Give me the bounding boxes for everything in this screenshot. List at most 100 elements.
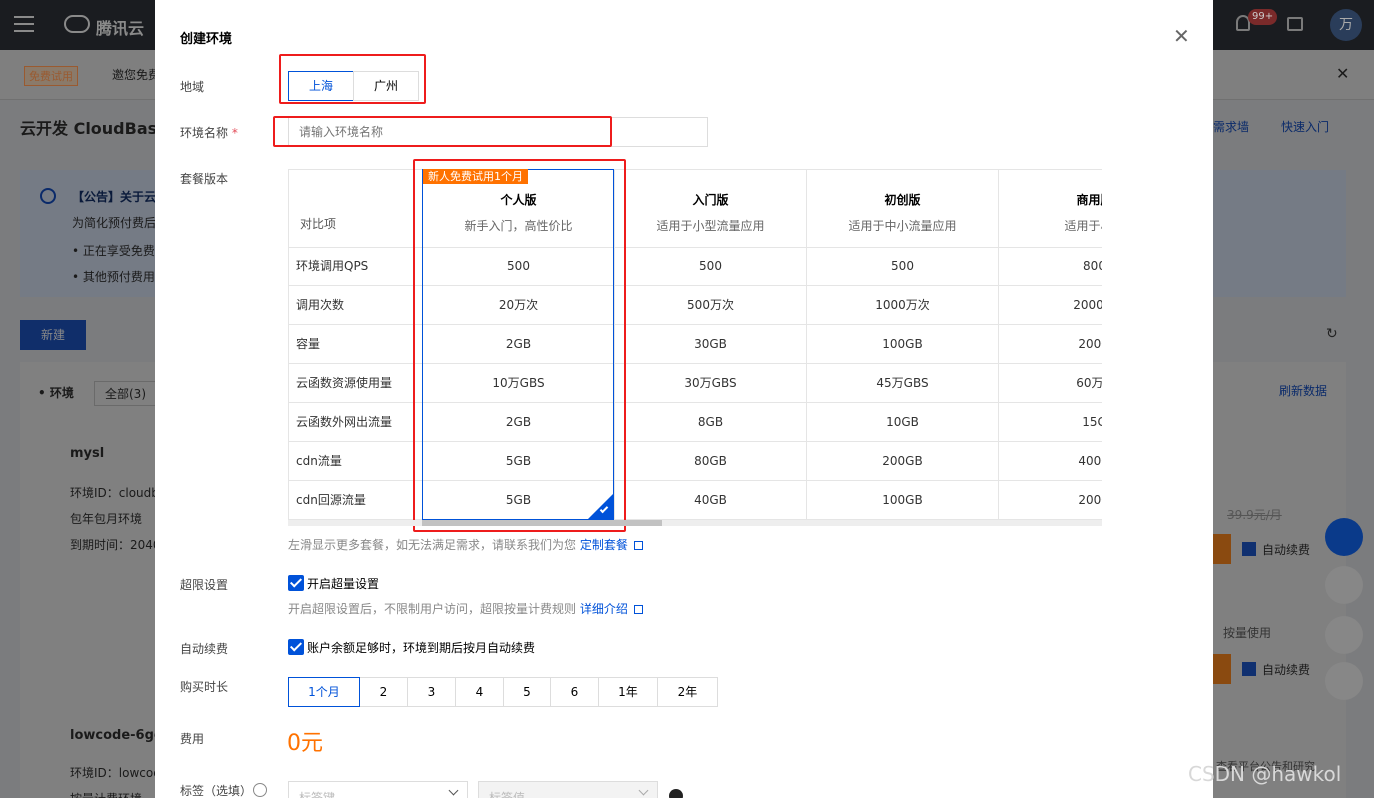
- overlimit-hint: 开启超限设置后，不限制用户访问，超限按量计费规则 详细介绍: [288, 600, 643, 617]
- plan-column-starter[interactable]: 入门版 适用于小型流量应用 500 500万次 30GB 30万GBS 8GB 8…: [615, 170, 807, 520]
- scrollbar-thumb[interactable]: [422, 520, 662, 526]
- info-icon: [40, 188, 56, 204]
- quick-start-link[interactable]: 快速入门: [1281, 118, 1329, 135]
- new-environment-button[interactable]: 新建: [20, 320, 86, 350]
- env-card-id: 环境ID：lowcod: [70, 766, 161, 780]
- duration-option-4[interactable]: 4: [455, 677, 504, 707]
- demand-wall-link[interactable]: 需求墙: [1213, 118, 1249, 135]
- dialog-title: 创建环境: [180, 32, 233, 47]
- plan-value: 800: [999, 247, 1102, 286]
- usage-text: 按量使用: [1223, 626, 1272, 640]
- env-card-id: 环境ID：cloudba: [70, 486, 167, 500]
- plan-value: 400G: [999, 442, 1102, 481]
- plan-value: 10GB: [807, 403, 998, 442]
- table-horizontal-scrollbar[interactable]: [288, 520, 1102, 526]
- chevron-down-icon: [448, 785, 459, 796]
- plan-name: 商用版: [1076, 193, 1102, 207]
- highlight-box-plan: [413, 159, 626, 532]
- duration-option-1-year[interactable]: 1年: [598, 677, 658, 707]
- tag-value-select[interactable]: 标签值: [478, 781, 658, 798]
- compare-row-label: 容量: [289, 325, 422, 364]
- plan-value: 500: [615, 247, 806, 286]
- refresh-icon[interactable]: ↻: [1326, 326, 1338, 342]
- duration-option-6[interactable]: 6: [550, 677, 599, 707]
- auto-renew-checkbox[interactable]: [288, 639, 304, 655]
- env-card-billing: 按量计费环境: [70, 790, 142, 798]
- close-banner-icon[interactable]: ✕: [1336, 64, 1349, 83]
- plan-column-business[interactable]: 商用版适用于小型 800 2000万 200G 60万G 15G 400G 20…: [999, 170, 1102, 520]
- renew-button[interactable]: [1213, 534, 1231, 564]
- auto-renew-checkbox[interactable]: [1242, 542, 1256, 556]
- overlimit-checkbox-label[interactable]: 开启超量设置: [307, 575, 379, 592]
- purchase-duration-label: 购买时长: [180, 680, 229, 694]
- env-card-name[interactable]: lowcode-6gg: [70, 728, 163, 743]
- duration-option-5[interactable]: 5: [503, 677, 551, 707]
- compare-header: 对比项: [300, 217, 337, 231]
- plan-column-startup[interactable]: 初创版 适用于中小流量应用 500 1000万次 100GB 45万GBS 10G…: [807, 170, 999, 520]
- auto-renew-label: 自动续费: [1262, 543, 1311, 557]
- auto-renew-checkbox[interactable]: [1242, 662, 1256, 676]
- plan-desc: 适用于小型流量应用: [656, 219, 765, 233]
- tags-label: 标签（选填）: [180, 782, 252, 798]
- auto-renew-checkbox-label[interactable]: 账户余额足够时，环境到期后按月自动续费: [307, 639, 535, 656]
- plan-desc: 适用于小型: [1064, 219, 1102, 233]
- brand-name[interactable]: 腾讯云: [96, 15, 144, 39]
- required-mark: *: [231, 126, 238, 140]
- filter-all-tab[interactable]: 全部(3): [94, 381, 157, 406]
- plan-value: 40GB: [615, 481, 806, 520]
- notice-title: 【公告】关于云: [72, 190, 157, 204]
- environment-name-label: 环境名称 *: [180, 124, 238, 141]
- plan-value: 100GB: [807, 325, 998, 364]
- compare-row-label: cdn回源流量: [289, 481, 422, 520]
- info-circle-icon[interactable]: [253, 783, 267, 797]
- tags-label-text: 标签（选填）: [180, 784, 253, 798]
- list-menu-icon[interactable]: [1325, 662, 1363, 700]
- plan-name: 入门版: [692, 193, 729, 207]
- invite-text: 邀您免费: [112, 68, 161, 82]
- duration-option-2[interactable]: 2: [359, 677, 408, 707]
- cloud-assistant-icon[interactable]: [1325, 566, 1363, 604]
- refresh-data-link[interactable]: 刷新数据: [1279, 382, 1327, 399]
- duration-option-3[interactable]: 3: [407, 677, 456, 707]
- region-label: 地域: [180, 80, 205, 94]
- plan-value: 1000万次: [807, 286, 998, 325]
- plan-comparison-table: 对比项 环境调用QPS 调用次数 容量 云函数资源使用量 云函数外网出流量 cd…: [288, 169, 1102, 520]
- env-card-name[interactable]: mysl: [70, 446, 104, 461]
- custom-plan-link[interactable]: 定制套餐: [580, 538, 628, 552]
- plan-value: 500: [807, 247, 998, 286]
- tag-key-select[interactable]: 标签键: [288, 781, 468, 798]
- menu-icon[interactable]: [14, 16, 34, 32]
- fee-label: 费用: [180, 732, 205, 746]
- compare-row-label: 调用次数: [289, 286, 422, 325]
- compare-items-column: 对比项 环境调用QPS 调用次数 容量 云函数资源使用量 云函数外网出流量 cd…: [289, 170, 423, 520]
- highlight-box-name: [273, 116, 612, 147]
- plan-value: 30万GBS: [615, 364, 806, 403]
- headset-support-icon[interactable]: [1325, 518, 1363, 556]
- renew-button[interactable]: [1213, 654, 1231, 684]
- notice-line: • 其他预付费用: [72, 270, 155, 284]
- duration-option-2-year[interactable]: 2年: [657, 677, 718, 707]
- free-trial-badge[interactable]: 免费试用: [24, 66, 78, 86]
- plan-value: 8GB: [615, 403, 806, 442]
- overlimit-label: 超限设置: [180, 578, 229, 592]
- cloud-logo-icon: [64, 15, 90, 33]
- remove-tag-icon[interactable]: [669, 789, 683, 798]
- cart-icon[interactable]: [1287, 17, 1303, 31]
- compare-row-label: cdn流量: [289, 442, 422, 481]
- detail-link[interactable]: 详细介绍: [580, 602, 628, 616]
- strike-price: 39.9元/月: [1227, 508, 1282, 522]
- duration-option-1-month[interactable]: 1个月: [288, 677, 360, 707]
- external-link-icon: [633, 541, 643, 550]
- plan-value: 80GB: [615, 442, 806, 481]
- notification-count-badge: 99+: [1248, 9, 1278, 25]
- watermark: CSDN @hawkol: [1188, 762, 1342, 786]
- compare-row-label: 环境调用QPS: [289, 247, 422, 286]
- book-docs-icon[interactable]: [1325, 616, 1363, 654]
- plan-value: 200G: [999, 481, 1102, 520]
- avatar[interactable]: 万: [1330, 9, 1362, 41]
- close-dialog-icon[interactable]: ✕: [1173, 26, 1190, 46]
- plan-value: 2000万: [999, 286, 1102, 325]
- overlimit-checkbox[interactable]: [288, 575, 304, 591]
- tag-value-placeholder: 标签值: [489, 791, 526, 798]
- plan-value: 500万次: [615, 286, 806, 325]
